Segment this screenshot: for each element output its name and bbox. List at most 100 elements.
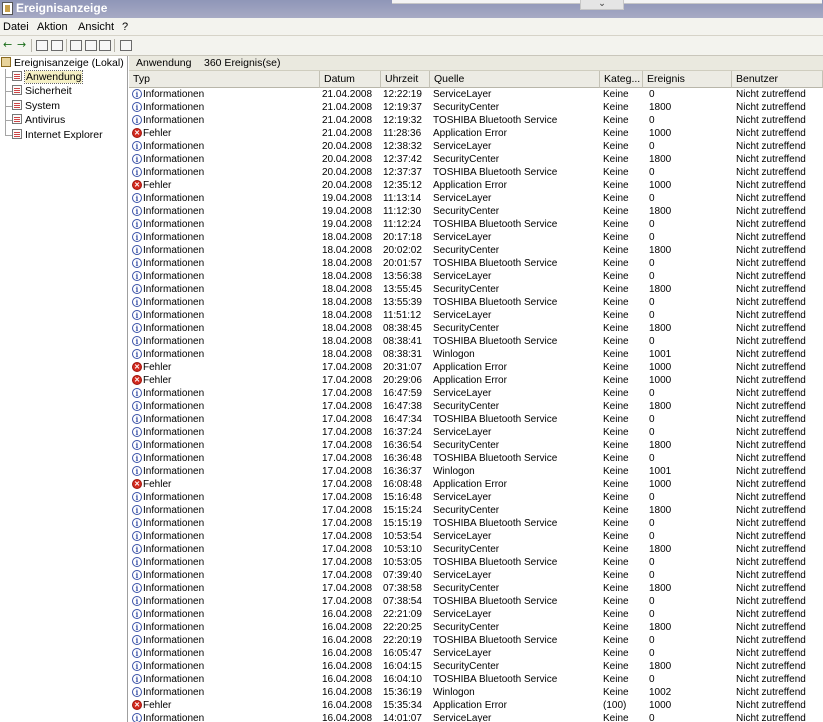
show-tree-icon[interactable]	[51, 40, 63, 51]
cell-date: 16.04.2008	[322, 674, 373, 685]
table-row[interactable]: ✕ Fehler 21.04.2008 11:28:36 Application Err…	[129, 127, 823, 140]
table-row[interactable]: ✕ Fehler 16.04.2008 15:35:34 Application Err…	[129, 699, 823, 712]
table-row[interactable]: i Informationen 18.04.2008 11:51:12 ServiceL…	[129, 309, 823, 322]
back-arrow-icon[interactable]: ←	[3, 39, 12, 51]
table-row[interactable]: i Informationen 21.04.2008 12:19:32 TOSHIBA …	[129, 114, 823, 127]
table-row[interactable]: i Informationen 16.04.2008 14:01:07 ServiceL…	[129, 712, 823, 722]
cell-event-id: 0	[649, 596, 655, 607]
table-row[interactable]: i Informationen 16.04.2008 16:04:15 Security…	[129, 660, 823, 673]
table-row[interactable]: i Informationen 19.04.2008 11:13:14 ServiceL…	[129, 192, 823, 205]
cell-user: Nicht zutreffend	[736, 700, 806, 711]
up-folder-icon[interactable]	[36, 40, 48, 51]
table-row[interactable]: ✕ Fehler 17.04.2008 16:08:48 Application Err…	[129, 478, 823, 491]
table-row[interactable]: i Informationen 16.04.2008 15:36:19 Winlogon…	[129, 686, 823, 699]
table-row[interactable]: i Informationen 18.04.2008 08:38:31 Winlogon…	[129, 348, 823, 361]
table-row[interactable]: i Informationen 19.04.2008 11:12:30 Security…	[129, 205, 823, 218]
table-row[interactable]: i Informationen 18.04.2008 13:55:45 Security…	[129, 283, 823, 296]
table-row[interactable]: i Informationen 21.04.2008 12:22:19 ServiceL…	[129, 88, 823, 101]
cell-event-id: 0	[649, 388, 655, 399]
cell-time: 22:21:09	[383, 609, 422, 620]
table-row[interactable]: i Informationen 18.04.2008 20:01:57 TOSHIBA …	[129, 257, 823, 270]
table-row[interactable]: ✕ Fehler 17.04.2008 20:29:06 Application Err…	[129, 374, 823, 387]
table-row[interactable]: i Informationen 18.04.2008 13:56:38 ServiceL…	[129, 270, 823, 283]
table-row[interactable]: i Informationen 17.04.2008 15:15:19 TOSHIBA …	[129, 517, 823, 530]
tree-item-anwendung[interactable]: Anwendung	[12, 70, 84, 84]
cell-user: Nicht zutreffend	[736, 323, 806, 334]
column-header-uhrzeit[interactable]: Uhrzeit	[381, 71, 430, 88]
info-icon: i	[132, 206, 142, 216]
table-row[interactable]: i Informationen 19.04.2008 11:12:24 TOSHIBA …	[129, 218, 823, 231]
column-header-benutzer[interactable]: Benutzer	[732, 71, 823, 88]
table-row[interactable]: i Informationen 16.04.2008 22:20:19 TOSHIBA …	[129, 634, 823, 647]
table-row[interactable]: i Informationen 17.04.2008 16:37:24 ServiceL…	[129, 426, 823, 439]
table-row[interactable]: i Informationen 17.04.2008 10:53:54 ServiceL…	[129, 530, 823, 543]
properties-icon[interactable]	[70, 40, 82, 51]
cell-date: 17.04.2008	[322, 414, 373, 425]
table-row[interactable]: i Informationen 17.04.2008 16:47:34 TOSHIBA …	[129, 413, 823, 426]
table-row[interactable]: i Informationen 17.04.2008 16:47:59 ServiceL…	[129, 387, 823, 400]
forward-arrow-icon[interactable]: →	[17, 39, 26, 51]
table-row[interactable]: i Informationen 17.04.2008 16:36:48 TOSHIBA …	[129, 452, 823, 465]
cell-time: 22:20:25	[383, 622, 422, 633]
cell-category: Keine	[603, 141, 629, 152]
cell-date: 16.04.2008	[322, 713, 373, 722]
cell-date: 16.04.2008	[322, 609, 373, 620]
tree-item-antivirus[interactable]: Antivirus	[12, 114, 65, 126]
table-row[interactable]: i Informationen 18.04.2008 08:38:41 TOSHIBA …	[129, 335, 823, 348]
log-icon	[12, 71, 22, 81]
table-row[interactable]: i Informationen 18.04.2008 08:38:45 Security…	[129, 322, 823, 335]
column-header-typ[interactable]: Typ	[129, 71, 320, 88]
table-row[interactable]: i Informationen 17.04.2008 07:39:40 ServiceL…	[129, 569, 823, 582]
export-list-icon[interactable]	[99, 40, 111, 51]
cell-source: TOSHIBA Bluetooth Service	[433, 297, 558, 308]
menu-ansicht[interactable]: Ansicht	[78, 21, 114, 33]
tree-item-sicherheit[interactable]: Sicherheit	[12, 85, 72, 97]
cell-category: Keine	[603, 570, 629, 581]
table-row[interactable]: ✕ Fehler 20.04.2008 12:35:12 Application Err…	[129, 179, 823, 192]
info-icon: i	[132, 115, 142, 125]
table-row[interactable]: i Informationen 17.04.2008 16:36:54 Security…	[129, 439, 823, 452]
table-row[interactable]: i Informationen 16.04.2008 16:05:47 ServiceL…	[129, 647, 823, 660]
info-icon: i	[132, 245, 142, 255]
table-row[interactable]: i Informationen 16.04.2008 22:20:25 Security…	[129, 621, 823, 634]
refresh-icon[interactable]	[85, 40, 97, 51]
column-header-ereignis[interactable]: Ereignis	[643, 71, 732, 88]
table-row[interactable]: i Informationen 17.04.2008 07:38:58 Security…	[129, 582, 823, 595]
table-row[interactable]: i Informationen 17.04.2008 15:15:24 Security…	[129, 504, 823, 517]
cell-source: SecurityCenter	[433, 323, 500, 334]
table-row[interactable]: i Informationen 17.04.2008 07:38:54 TOSHIBA …	[129, 595, 823, 608]
tree-item-system[interactable]: System	[12, 100, 60, 112]
table-row[interactable]: i Informationen 21.04.2008 12:19:37 Security…	[129, 101, 823, 114]
table-row[interactable]: i Informationen 16.04.2008 16:04:10 TOSHIBA …	[129, 673, 823, 686]
help-icon[interactable]	[120, 40, 132, 51]
cell-event-id: 1800	[649, 323, 672, 334]
column-header-quelle[interactable]: Quelle	[430, 71, 600, 88]
table-row[interactable]: i Informationen 16.04.2008 22:21:09 ServiceL…	[129, 608, 823, 621]
column-header-kategorie[interactable]: Kateg...	[600, 71, 643, 88]
table-row[interactable]: i Informationen 17.04.2008 10:53:10 Security…	[129, 543, 823, 556]
tree-root[interactable]: Ereignisanzeige (Lokal)	[1, 57, 124, 69]
menu-datei[interactable]: Datei	[3, 21, 29, 33]
column-header-datum[interactable]: Datum	[320, 71, 381, 88]
table-row[interactable]: i Informationen 17.04.2008 16:36:37 Winlogon…	[129, 465, 823, 478]
menu-aktion[interactable]: Aktion	[37, 21, 68, 33]
cell-source: Application Error	[433, 700, 507, 711]
table-row[interactable]: i Informationen 17.04.2008 10:53:05 TOSHIBA …	[129, 556, 823, 569]
table-row[interactable]: ✕ Fehler 17.04.2008 20:31:07 Application Err…	[129, 361, 823, 374]
tree-item-internet-explorer[interactable]: Internet Explorer	[12, 129, 103, 141]
menu-help[interactable]: ?	[122, 21, 128, 33]
cell-date: 18.04.2008	[322, 336, 373, 347]
table-row[interactable]: i Informationen 20.04.2008 12:37:37 TOSHIBA …	[129, 166, 823, 179]
table-row[interactable]: i Informationen 20.04.2008 12:37:42 Security…	[129, 153, 823, 166]
cell-date: 17.04.2008	[322, 466, 373, 477]
table-row[interactable]: i Informationen 17.04.2008 16:47:38 Security…	[129, 400, 823, 413]
cell-time: 20:31:07	[383, 362, 422, 373]
chevron-down-icon[interactable]: ⌄	[580, 0, 624, 10]
table-row[interactable]: i Informationen 18.04.2008 20:02:02 Security…	[129, 244, 823, 257]
cell-type: Fehler	[143, 180, 172, 191]
table-row[interactable]: i Informationen 20.04.2008 12:38:32 ServiceL…	[129, 140, 823, 153]
table-row[interactable]: i Informationen 17.04.2008 15:16:48 ServiceL…	[129, 491, 823, 504]
cell-source: TOSHIBA Bluetooth Service	[433, 167, 558, 178]
table-row[interactable]: i Informationen 18.04.2008 20:17:18 ServiceL…	[129, 231, 823, 244]
table-row[interactable]: i Informationen 18.04.2008 13:55:39 TOSHIBA …	[129, 296, 823, 309]
